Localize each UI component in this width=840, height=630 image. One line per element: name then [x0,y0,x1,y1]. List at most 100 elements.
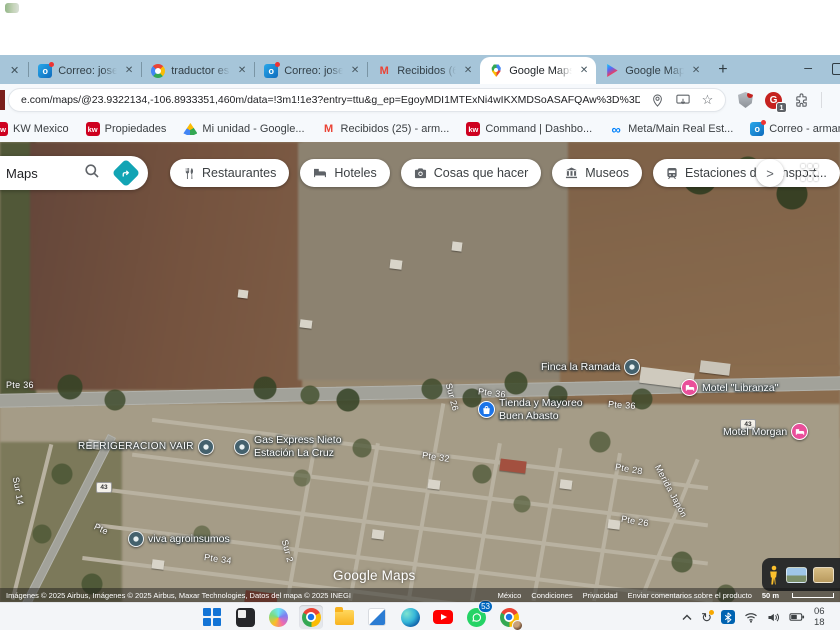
poi-viva-agroinsumos[interactable]: viva agroinsumos [128,531,230,547]
tab-traductor[interactable]: traductor espa ✕ [142,57,254,84]
bluetooth-icon[interactable] [721,610,735,624]
window-restore-button[interactable] [832,63,840,75]
wifi-icon[interactable] [744,612,758,623]
copilot-button[interactable] [266,605,290,629]
building [238,289,249,298]
directions-icon[interactable] [112,159,140,187]
edge-button[interactable] [398,605,422,629]
shop-marker-icon[interactable] [478,401,495,418]
dark-app-button[interactable] [233,605,257,629]
profile-avatar [512,620,523,630]
pegman-icon[interactable] [768,565,780,585]
document-app-icon [368,608,386,626]
tab-close-icon[interactable]: ✕ [123,63,135,78]
chip-label: Museos [585,166,629,180]
bookmark-label: Meta/Main Real Est... [628,123,733,135]
extensions-puzzle-icon[interactable] [794,93,809,108]
google-apps-grid-icon[interactable] [801,164,821,184]
attribution-link-mexico[interactable]: México [498,591,522,600]
chip-hoteles[interactable]: Hoteles [300,159,389,187]
sync-status-icon[interactable]: ↻ [701,611,712,624]
chrome-profile-button[interactable] [497,605,521,629]
battery-icon[interactable] [789,612,805,622]
url-text[interactable]: e.com/maps/@23.9322134,-106.8933351,460m… [21,94,640,106]
clipped-tab-close-icon[interactable]: ✕ [0,64,28,84]
poi-label: Finca la Ramada [541,361,620,373]
bookmark-label: Command | Dashbo... [485,123,592,135]
red-g-extension-icon[interactable]: G 1 [765,92,782,109]
tab-title: Correo: jose an [58,65,117,77]
hotel-marker-icon[interactable] [681,379,698,396]
send-to-device-icon[interactable] [675,93,690,108]
poi-gas-express-nieto[interactable]: Gas Express Nieto Estación La Cruz [234,434,342,459]
imagery-thumbnail[interactable] [786,567,807,583]
bookmark-star-icon[interactable]: ☆ [700,93,715,108]
tab-correo-1[interactable]: o Correo: jose an ✕ [29,57,141,84]
place-marker-icon[interactable] [198,439,214,455]
document-app-button[interactable] [365,605,389,629]
attribution-link-comentarios[interactable]: Enviar comentarios sobre el producto [628,591,752,600]
start-button[interactable] [200,605,224,629]
tab-close-icon[interactable]: ✕ [349,63,361,78]
poi-motel-libranza[interactable]: Motel "Libranza" [681,379,778,396]
window-minimize-button[interactable]: – [804,59,812,75]
bookmark-command[interactable]: kw Command | Dashbo... [466,122,592,136]
system-clock[interactable]: 06 18 [814,606,840,628]
maps-search-box[interactable]: Maps [0,156,148,190]
place-marker-icon[interactable] [234,439,250,455]
chip-museos[interactable]: Museos [552,159,642,187]
youtube-button[interactable] [431,605,455,629]
hotel-marker-icon[interactable] [791,423,808,440]
tab-google-maps-active[interactable]: Google Maps ✕ [480,57,596,84]
tab-close-icon[interactable]: ✕ [578,63,590,78]
bookmark-label: Mi unidad - Google... [202,123,304,135]
extension-icons: G 1 [738,88,822,112]
poi-refrigeracion-vair[interactable]: REFRIGERACION VAIR [78,439,214,455]
bookmark-meta[interactable]: ∞ Meta/Main Real Est... [609,122,733,136]
tray-chevron-icon[interactable] [682,614,692,621]
bookmark-recibidos[interactable]: M Recibidos (25) - arm... [322,122,450,136]
corner-artifact-icon [5,3,19,13]
restaurant-icon [183,167,195,180]
kw-icon: kw [86,122,100,136]
place-marker-icon[interactable] [624,359,640,375]
tab-google-maps-2[interactable]: Google Maps ✕ [596,57,708,84]
search-icon[interactable] [84,163,100,184]
poi-label-line1: Gas Express Nieto [254,434,342,447]
toolbar-divider [821,92,822,108]
file-explorer-button[interactable] [332,605,356,629]
chrome-button[interactable] [299,605,323,629]
volume-icon[interactable] [767,612,780,623]
whatsapp-button[interactable]: 53 [464,605,488,629]
tab-close-icon[interactable]: ✕ [690,63,702,78]
poi-finca-la-ramada[interactable]: Finca la Ramada [541,359,640,375]
chips-scroll-right-button[interactable]: > [756,159,784,187]
tab-close-icon[interactable]: ✕ [236,63,248,78]
desktop-screenshot: ✕ o Correo: jose an ✕ traductor espa ✕ o… [0,0,840,630]
new-tab-button[interactable]: + [708,61,737,84]
tab-recibidos[interactable]: M Recibidos (6,8 ✕ [368,57,480,84]
bookmark-kw-mexico[interactable]: kw KW Mexico [2,122,69,136]
location-pin-icon[interactable] [650,93,665,108]
road-label-pte36: Pte 36 [608,399,636,411]
attribution-link-condiciones[interactable]: Condiciones [531,591,572,600]
address-bar[interactable]: e.com/maps/@23.9322134,-106.8933351,460m… [8,88,726,112]
street-view-bar[interactable] [762,558,840,591]
tab-close-icon[interactable]: ✕ [462,63,474,78]
tab-correo-2[interactable]: o Correo: jose an ✕ [255,57,367,84]
bookmark-propiedades[interactable]: kw Propiedades [86,122,167,136]
building [389,259,402,269]
satellite-map-canvas[interactable]: Maps Restaurantes Hoteles Cosas que hace… [0,142,840,602]
bookmark-correo[interactable]: o Correo - armandogt... [750,122,840,136]
chip-restaurantes[interactable]: Restaurantes [170,159,289,187]
bookmark-mi-unidad[interactable]: Mi unidad - Google... [183,122,304,136]
poi-tienda-buen-abasto[interactable]: Tienda y Mayoreo Buen Abasto [478,397,583,422]
attribution-link-privacidad[interactable]: Privacidad [583,591,618,600]
building [559,479,572,489]
search-input[interactable]: Maps [6,166,68,181]
imagery-thumbnail[interactable] [813,567,834,583]
shield-extension-icon[interactable] [738,92,753,108]
place-marker-icon[interactable] [128,531,144,547]
chip-cosas-que-hacer[interactable]: Cosas que hacer [401,159,542,187]
poi-motel-morgan[interactable]: Motel Morgan [723,423,808,440]
